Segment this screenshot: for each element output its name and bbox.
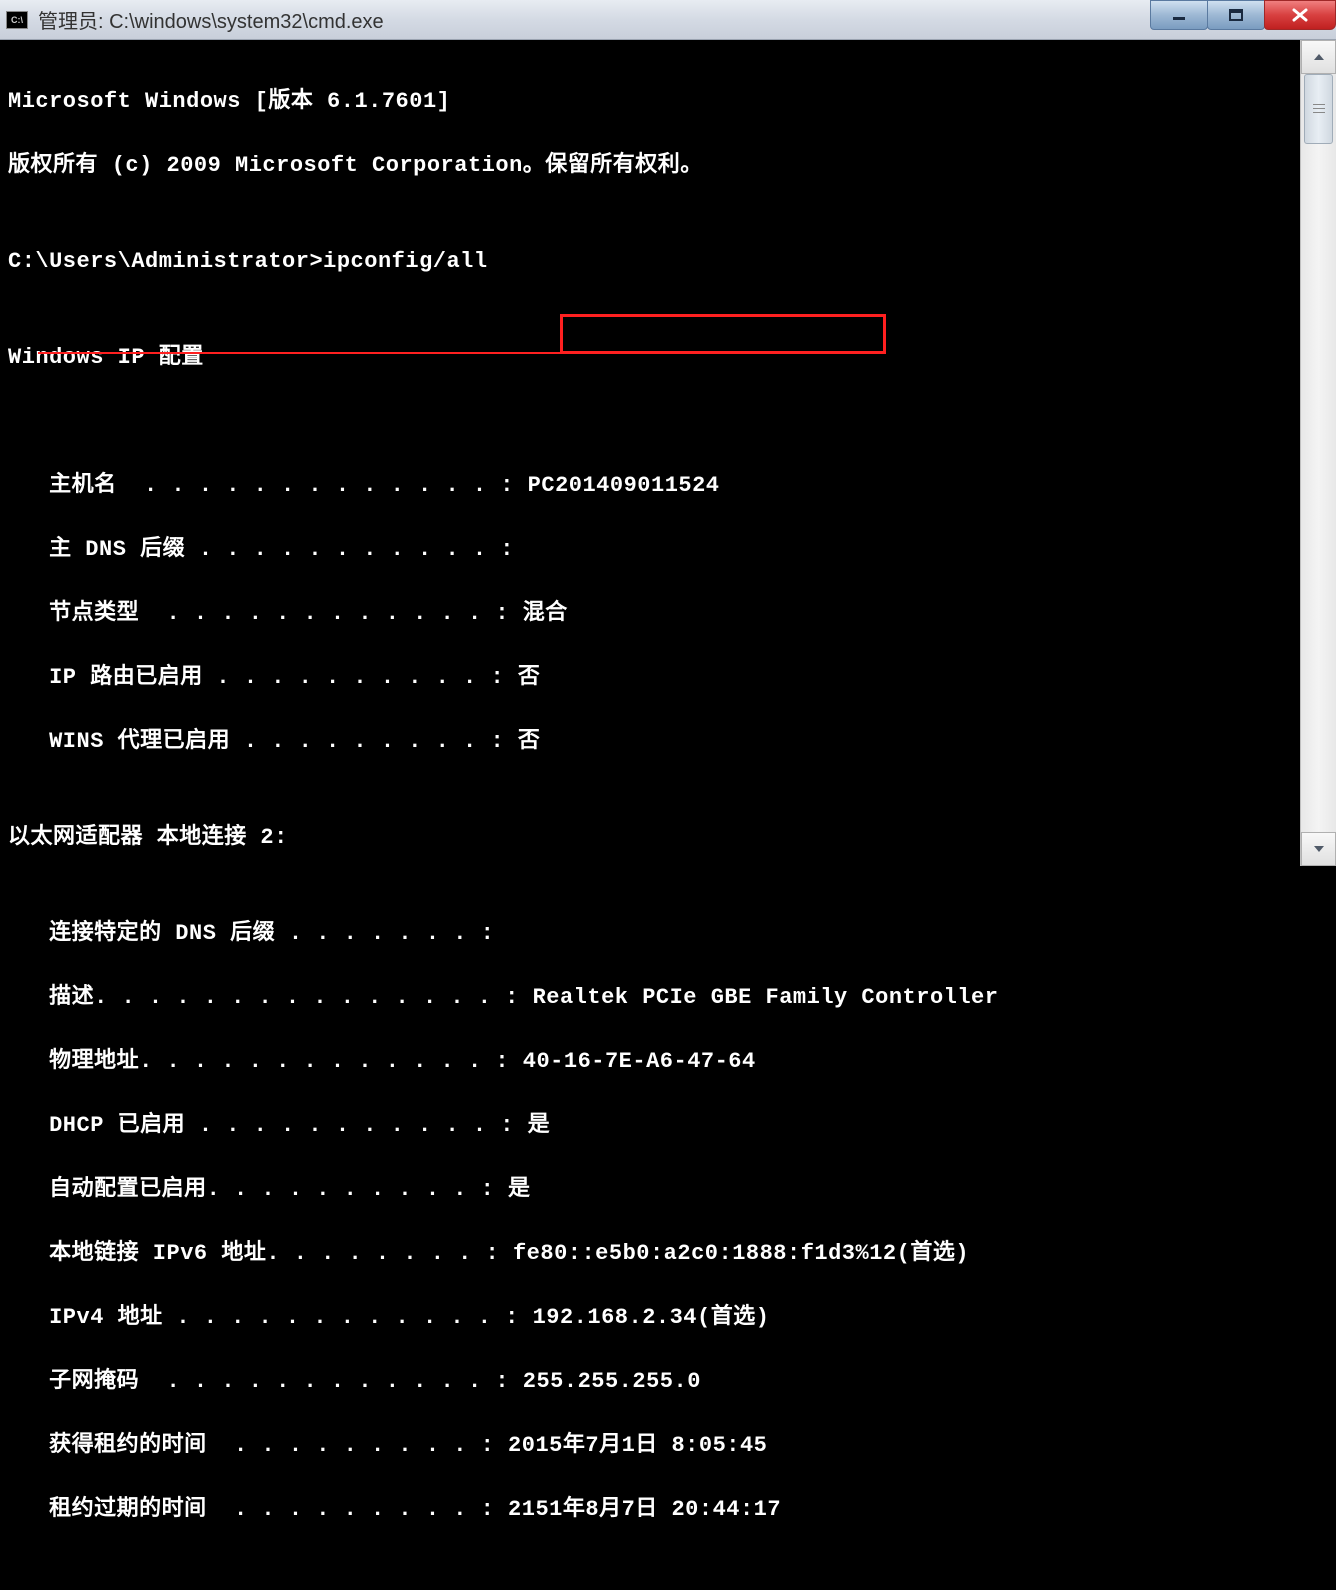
line-prompt-command: C:\Users\Administrator>ipconfig/all [8,246,1300,278]
scroll-thumb[interactable] [1304,74,1333,144]
chevron-down-icon [1312,844,1326,854]
maximize-button[interactable] [1207,0,1265,30]
cmd-icon: C:\ [6,11,28,29]
line-dhcp-enabled: DHCP 已启用 . . . . . . . . . . . : 是 [8,1110,1300,1142]
line-conn-dns-suffix: 连接特定的 DNS 后缀 . . . . . . . : [8,918,1300,950]
line-physical-address: 物理地址. . . . . . . . . . . . . : 40-16-7E… [8,1046,1300,1078]
line-lease-obtained: 获得租约的时间 . . . . . . . . . : 2015年7月1日 8:… [8,1430,1300,1462]
line-ip-routing: IP 路由已启用 . . . . . . . . . . : 否 [8,662,1300,694]
maximize-icon [1227,8,1245,22]
console-area: Microsoft Windows [版本 6.1.7601] 版权所有 (c)… [0,40,1336,866]
line-copyright: 版权所有 (c) 2009 Microsoft Corporation。保留所有… [8,150,1300,182]
line-ipv6-address: 本地链接 IPv6 地址. . . . . . . . : fe80::e5b0… [8,1238,1300,1270]
line-section-header: Windows IP 配置 [8,342,1300,374]
window-titlebar[interactable]: C:\ 管理员: C:\windows\system32\cmd.exe [0,0,1336,40]
line-dns-suffix: 主 DNS 后缀 . . . . . . . . . . . : [8,534,1300,566]
scroll-up-button[interactable] [1301,40,1336,74]
line-autoconfig-enabled: 自动配置已启用. . . . . . . . . . : 是 [8,1174,1300,1206]
minimize-button[interactable] [1150,0,1208,30]
line-wins-proxy: WINS 代理已启用 . . . . . . . . . : 否 [8,726,1300,758]
vertical-scrollbar[interactable] [1300,40,1336,866]
line-adapter-header: 以太网适配器 本地连接 2: [8,822,1300,854]
line-version: Microsoft Windows [版本 6.1.7601] [8,86,1300,118]
line-hostname: 主机名 . . . . . . . . . . . . . : PC201409… [8,470,1300,502]
line-subnet-mask: 子网掩码 . . . . . . . . . . . . : 255.255.2… [8,1366,1300,1398]
scroll-track[interactable] [1301,74,1336,832]
line-ipv4-address: IPv4 地址 . . . . . . . . . . . . : 192.16… [8,1302,1300,1334]
chevron-up-icon [1312,52,1326,62]
line-node-type: 节点类型 . . . . . . . . . . . . : 混合 [8,598,1300,630]
line-lease-expires: 租约过期的时间 . . . . . . . . . : 2151年8月7日 20… [8,1494,1300,1526]
close-icon [1290,7,1310,23]
window-controls [1151,0,1336,30]
line-description: 描述. . . . . . . . . . . . . . . : Realte… [8,982,1300,1014]
window-title: 管理员: C:\windows\system32\cmd.exe [38,5,1330,34]
minimize-icon [1170,8,1188,22]
close-button[interactable] [1264,0,1336,30]
scroll-down-button[interactable] [1301,832,1336,866]
terminal-output[interactable]: Microsoft Windows [版本 6.1.7601] 版权所有 (c)… [0,40,1300,866]
